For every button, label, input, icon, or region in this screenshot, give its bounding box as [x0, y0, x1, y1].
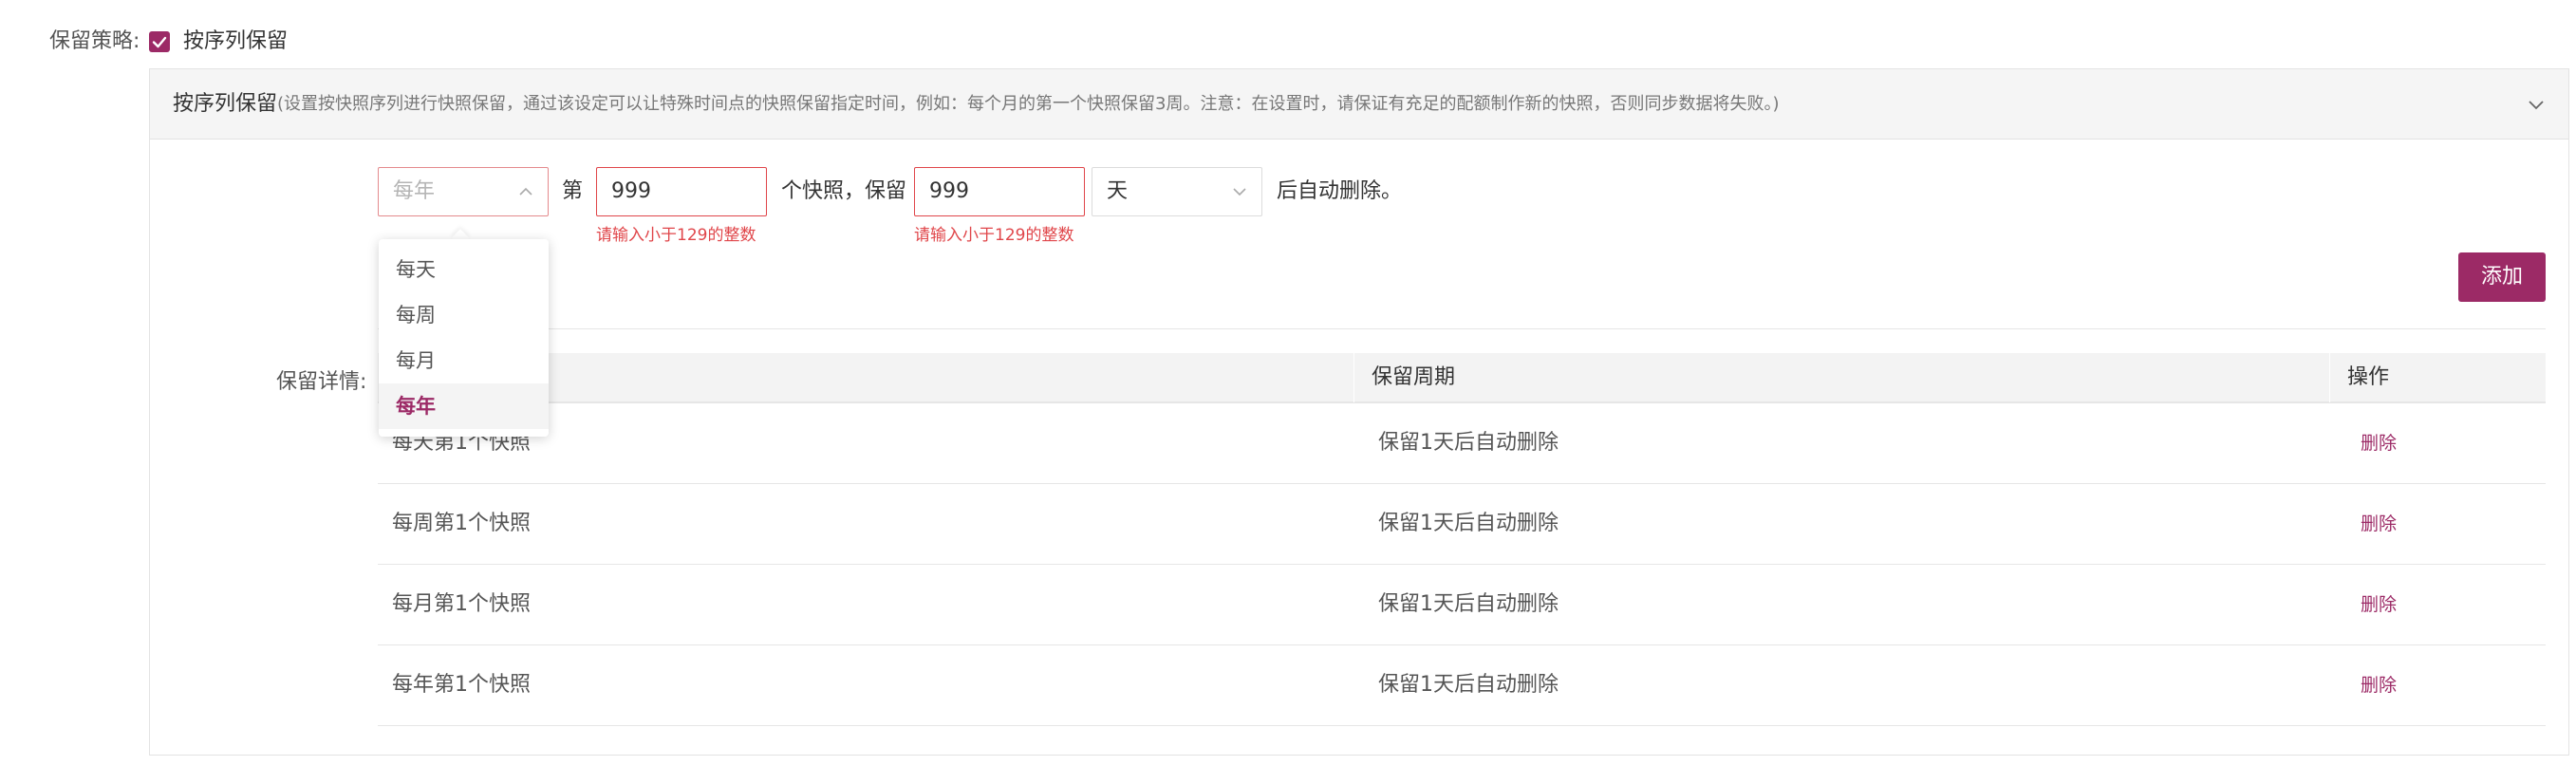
row-divider [378, 725, 2546, 726]
table-row-snapshot: 每月第1个快照 [392, 592, 531, 616]
keep-duration-input[interactable]: 999 [914, 167, 1085, 216]
table-row-period: 保留1天后自动删除 [1378, 592, 1559, 616]
sequence-retention-checkbox-label[interactable]: 按序列保留 [183, 27, 288, 57]
divider [378, 328, 2546, 329]
chevron-up-icon [519, 187, 532, 196]
auto-delete-label: 后自动删除。 [1277, 179, 1403, 203]
table-row-snapshot: 每年第1个快照 [392, 673, 531, 697]
delete-link[interactable]: 删除 [2361, 670, 2397, 700]
table-row-period: 保留1天后自动删除 [1378, 431, 1559, 455]
period-select[interactable]: 每年 [378, 167, 549, 216]
dropdown-option-daily[interactable]: 每天 [379, 247, 549, 292]
dropdown-option-yearly[interactable]: 每年 [379, 383, 549, 429]
table-row-period: 保留1天后自动删除 [1378, 512, 1559, 535]
column-header-period: 保留周期 [1372, 365, 1456, 389]
retention-strategy-label: 保留策略: [49, 29, 140, 53]
row-divider [378, 402, 2546, 403]
unit-select[interactable]: 天 [1092, 167, 1262, 216]
unit-select-value: 天 [1107, 179, 1129, 203]
nth-label: 第 [562, 179, 584, 203]
column-separator [1353, 353, 1354, 402]
retention-details-label: 保留详情: [276, 370, 367, 394]
panel-title: 按序列保留 [173, 92, 278, 116]
table-row-snapshot: 每周第1个快照 [392, 512, 531, 535]
snapshot-index-input[interactable]: 999 [596, 167, 767, 216]
sequence-retention-checkbox[interactable] [149, 31, 170, 52]
chevron-down-icon [1233, 188, 1246, 196]
chevron-down-icon[interactable] [2525, 93, 2548, 116]
column-header-action: 操作 [2347, 365, 2390, 389]
keep-duration-error: 请输入小于129的整数 [914, 226, 1074, 245]
snapshot-index-error: 请输入小于129的整数 [596, 226, 756, 245]
dropdown-option-monthly[interactable]: 每月 [379, 338, 549, 383]
check-icon [152, 36, 167, 48]
period-dropdown-menu: 每天 每周 每月 每年 [379, 239, 549, 437]
row-divider [378, 483, 2546, 484]
period-select-placeholder: 每年 [393, 179, 436, 203]
table-row-period: 保留1天后自动删除 [1378, 673, 1559, 697]
row-divider [378, 564, 2546, 565]
snapshot-keep-label: 个快照，保留 [781, 179, 907, 203]
panel-description: (设置按快照序列进行快照保留，通过该设定可以让特殊时间点的快照保留指定时间，例如… [277, 94, 1780, 114]
table-header [378, 353, 2546, 402]
delete-link[interactable]: 删除 [2361, 589, 2397, 620]
row-divider [378, 644, 2546, 645]
delete-link[interactable]: 删除 [2361, 428, 2397, 458]
add-button[interactable]: 添加 [2458, 252, 2546, 302]
delete-link[interactable]: 删除 [2361, 509, 2397, 539]
column-separator [2329, 353, 2330, 402]
dropdown-option-weekly[interactable]: 每周 [379, 292, 549, 338]
